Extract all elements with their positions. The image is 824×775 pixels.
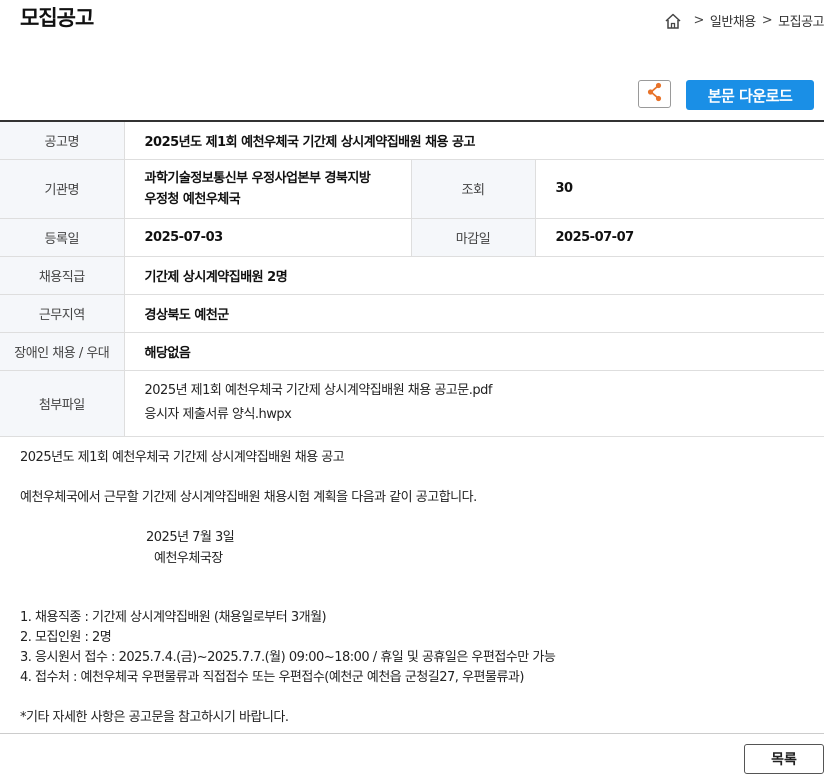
deadline-label: 마감일 xyxy=(411,218,536,257)
body-item: 4. 접수처 : 예천우체국 우편물류과 직접접수 또는 우편접수(예천군 예천… xyxy=(20,670,524,685)
divider xyxy=(0,733,824,734)
info-table: 공고명 2025년도 제1회 예천우체국 기간제 상시계약집배원 채용 공고 기… xyxy=(0,120,824,437)
body-signer: 예천우체국장 xyxy=(154,551,223,566)
attachment-link-pdf[interactable]: 2025년 제1회 예천우체국 기간제 상시계약집배원 채용 공고문.pdf xyxy=(145,379,824,403)
attachments-label: 첨부파일 xyxy=(0,370,125,437)
agency-label: 기관명 xyxy=(0,159,125,219)
reg-date-label: 등록일 xyxy=(0,218,125,257)
body-intro: 예천우체국에서 근무할 기간제 상시계약집배원 채용시험 계획을 다음과 같이 … xyxy=(20,490,477,505)
body-item: 1. 채용직종 : 기간제 상시계약집배원 (채용일로부터 3개월) xyxy=(20,610,327,625)
table-row: 등록일 2025-07-03 마감일 2025-07-07 xyxy=(0,218,824,257)
breadcrumb: > 일반채용 > 모집공고 xyxy=(664,11,824,30)
page-title: 모집공고 xyxy=(20,6,94,30)
body-heading: 2025년도 제1회 예천우체국 기간제 상시계약집배원 채용 공고 xyxy=(20,450,345,465)
share-icon xyxy=(646,82,664,106)
breadcrumb-separator: > xyxy=(761,13,773,28)
reg-date-value: 2025-07-03 xyxy=(124,218,412,257)
job-grade-label: 채용직급 xyxy=(0,256,125,295)
body-date: 2025년 7월 3일 xyxy=(146,530,235,545)
disability-label: 장애인 채용 / 우대 xyxy=(0,332,125,371)
table-row: 근무지역 경상북도 예천군 xyxy=(0,294,824,333)
announcement-value: 2025년도 제1회 예천우체국 기간제 상시계약집배원 채용 공고 xyxy=(124,121,824,160)
table-row: 첨부파일 2025년 제1회 예천우체국 기간제 상시계약집배원 채용 공고문.… xyxy=(0,370,824,437)
table-row: 장애인 채용 / 우대 해당없음 xyxy=(0,332,824,371)
views-label: 조회 xyxy=(411,159,536,219)
share-button[interactable] xyxy=(638,80,671,108)
views-value: 30 xyxy=(535,159,824,219)
body-item: 2. 모집인원 : 2명 xyxy=(20,630,112,645)
deadline-value: 2025-07-07 xyxy=(535,218,824,257)
body-note: *기타 자세한 사항은 공고문을 참고하시기 바랍니다. xyxy=(20,710,289,725)
table-row: 채용직급 기간제 상시계약집배원 2명 xyxy=(0,256,824,295)
download-body-button[interactable]: 본문 다운로드 xyxy=(686,80,814,110)
home-icon[interactable] xyxy=(664,12,682,30)
work-area-value: 경상북도 예천군 xyxy=(124,294,824,333)
attachments-list: 2025년 제1회 예천우체국 기간제 상시계약집배원 채용 공고문.pdf 응… xyxy=(124,370,824,437)
list-button[interactable]: 목록 xyxy=(744,744,824,774)
job-grade-value: 기간제 상시계약집배원 2명 xyxy=(124,256,824,295)
disability-value: 해당없음 xyxy=(124,332,824,371)
table-row: 기관명 과학기술정보통신부 우정사업본부 경북지방 우정청 예천우체국 조회 3… xyxy=(0,159,824,219)
attachment-link-hwpx[interactable]: 응시자 제출서류 양식.hwpx xyxy=(145,403,824,427)
agency-value: 과학기술정보통신부 우정사업본부 경북지방 우정청 예천우체국 xyxy=(124,159,412,219)
agency-line-1: 과학기술정보통신부 우정사업본부 경북지방 xyxy=(144,170,371,186)
breadcrumb-item-job-posting[interactable]: 모집공고 xyxy=(778,11,824,30)
agency-line-2: 우정청 예천우체국 xyxy=(144,191,241,207)
breadcrumb-separator: > xyxy=(693,13,705,28)
work-area-label: 근무지역 xyxy=(0,294,125,333)
breadcrumb-item-general-recruitment[interactable]: 일반채용 xyxy=(710,11,756,30)
announcement-label: 공고명 xyxy=(0,121,125,160)
table-row: 공고명 2025년도 제1회 예천우체국 기간제 상시계약집배원 채용 공고 xyxy=(0,121,824,160)
body-item: 3. 응시원서 접수 : 2025.7.4.(금)~2025.7.7.(월) 0… xyxy=(20,650,556,665)
